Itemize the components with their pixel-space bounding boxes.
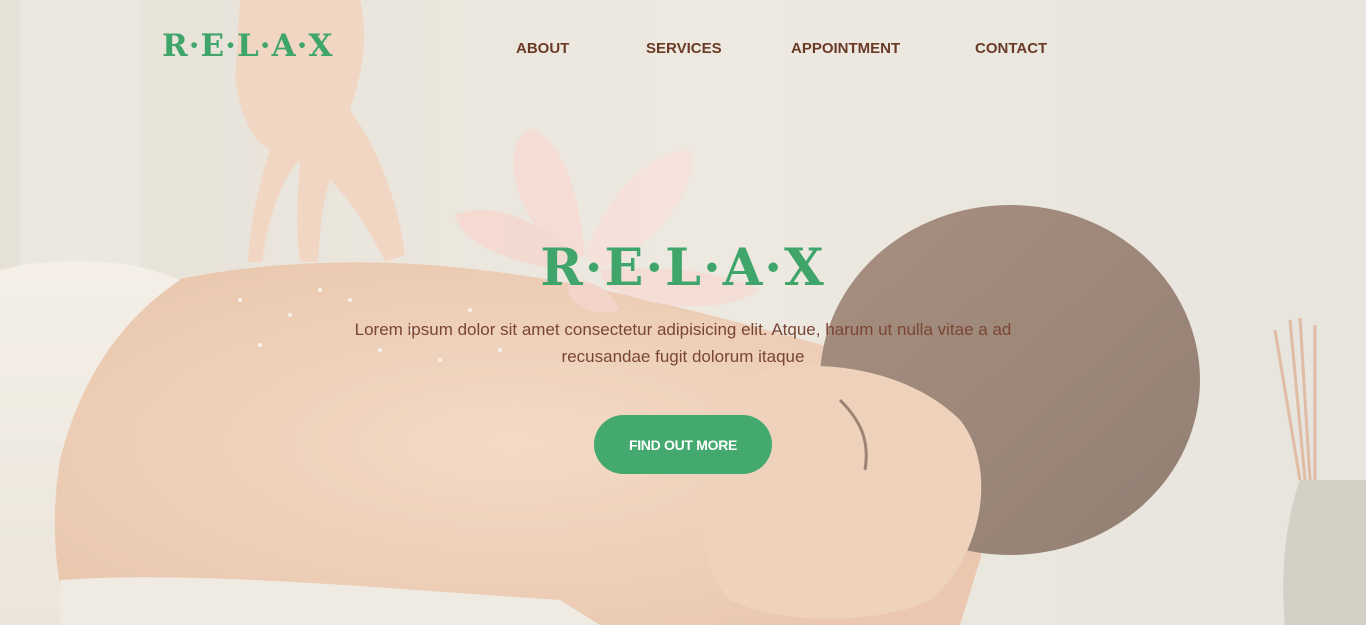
- hero-title: R·E·L·A·X: [540, 238, 826, 298]
- nav-link-about[interactable]: ABOUT: [516, 40, 569, 57]
- hero-description: Lorem ipsum dolor sit amet consectetur a…: [354, 320, 1012, 366]
- find-out-more-button[interactable]: FIND OUT MORE: [594, 415, 772, 474]
- nav-link-services[interactable]: SERVICES: [646, 40, 722, 57]
- nav-link-appointment[interactable]: APPOINTMENT: [791, 40, 900, 57]
- nav-link-contact[interactable]: CONTACT: [975, 40, 1047, 57]
- hero-section: R·E·L·A·X ABOUT SERVICES APPOINTMENT CON…: [0, 0, 1366, 625]
- top-navigation: R·E·L·A·X ABOUT SERVICES APPOINTMENT CON…: [0, 0, 1366, 96]
- brand-logo[interactable]: R·E·L·A·X: [162, 28, 333, 64]
